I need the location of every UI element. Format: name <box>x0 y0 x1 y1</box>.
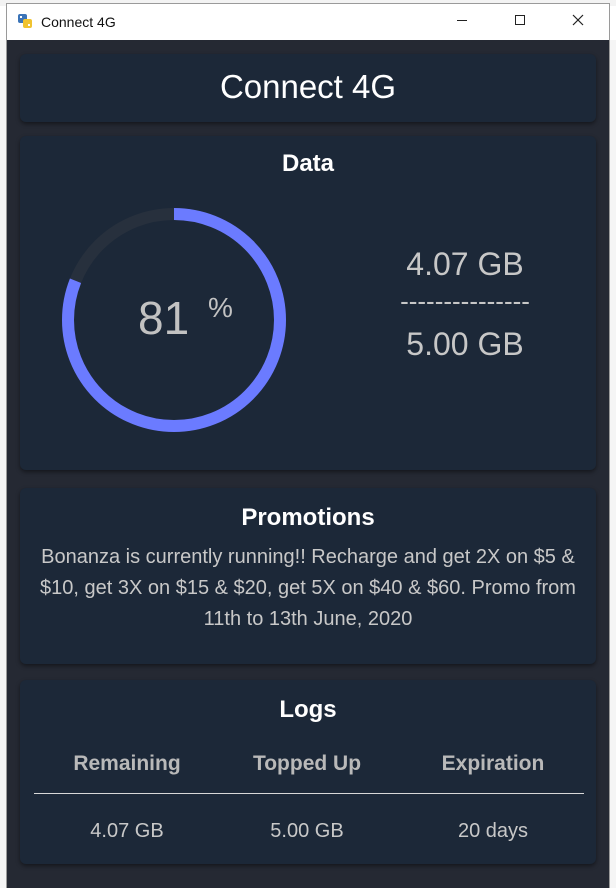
app-content: Connect 4G Data 81 % 4.07 GB -----------… <box>7 40 609 888</box>
usage-percent-symbol: % <box>208 292 233 323</box>
maximize-button[interactable] <box>497 4 543 40</box>
minimize-button[interactable] <box>439 4 485 40</box>
promotions-card: Promotions Bonanza is currently running!… <box>20 488 596 664</box>
logs-cell-topped-up: 5.00 GB <box>270 820 344 842</box>
logs-header-topped-up: Topped Up <box>252 752 362 775</box>
title-bar[interactable]: Connect 4G <box>7 4 609 40</box>
app-title: Connect 4G <box>219 68 397 105</box>
window-title: Connect 4G <box>41 14 116 30</box>
logs-cell-remaining: 4.07 GB <box>90 820 164 842</box>
data-card: Data 81 % 4.07 GB --------------- 5.00 G… <box>20 136 596 470</box>
logs-header-divider <box>34 793 584 794</box>
data-total-value: 5.00 GB <box>406 326 524 362</box>
data-used-value: 4.07 GB <box>406 246 524 282</box>
logs-card: Logs Remaining Topped Up Expiration 4.07… <box>20 680 596 864</box>
header-card: Connect 4G <box>20 54 596 122</box>
data-usage-divider: --------------- <box>400 286 530 316</box>
logs-cell-expiration: 20 days <box>457 820 529 842</box>
promotions-text: Bonanza is currently running!! Recharge … <box>40 546 576 630</box>
data-usage-gauge: 81 % <box>56 202 292 438</box>
app-window: Connect 4G Connect 4G Data 81 % 4.07 GB … <box>7 4 609 888</box>
logs-title: Logs <box>279 696 337 723</box>
data-section-title: Data <box>281 150 335 177</box>
close-button[interactable] <box>555 4 601 40</box>
close-icon <box>572 13 584 31</box>
logs-header-expiration: Expiration <box>441 752 545 775</box>
python-app-icon <box>17 13 33 29</box>
background-window-right <box>610 40 616 888</box>
usage-percent-value: 81 <box>138 292 190 344</box>
logs-header-remaining: Remaining <box>73 752 181 775</box>
minimize-icon <box>456 13 468 31</box>
maximize-icon <box>514 13 526 31</box>
promotions-title: Promotions <box>241 504 375 531</box>
